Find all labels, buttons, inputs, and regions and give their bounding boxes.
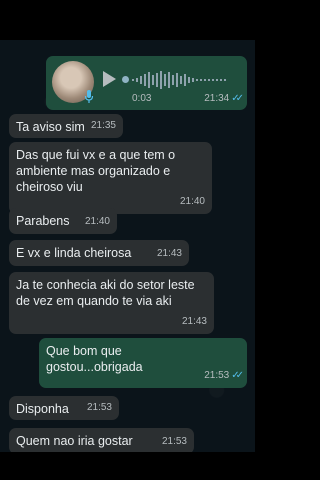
message-bubble[interactable]: Ta aviso sim 21:35 bbox=[9, 114, 123, 138]
read-ticks-icon: ✓✓ bbox=[231, 370, 244, 381]
message-time: 21:40 bbox=[84, 216, 110, 227]
message-bubble[interactable]: Ja te conhecia aki do setor leste de vez… bbox=[9, 272, 214, 334]
message-time: 21:40 bbox=[179, 196, 205, 207]
message-time: 21:35 bbox=[90, 120, 116, 131]
message-time: 21:53 bbox=[161, 436, 187, 447]
message-text: Ta aviso sim bbox=[16, 120, 85, 134]
message-bubble[interactable]: Parabens 21:40 bbox=[9, 208, 117, 234]
read-ticks-icon: ✓✓ bbox=[231, 93, 244, 104]
message-time: 21:53 bbox=[86, 402, 112, 413]
message-bubble[interactable]: E vx e linda cheirosa 21:43 bbox=[9, 240, 189, 266]
message-bubble[interactable]: Disponha 21:53 bbox=[9, 396, 119, 420]
audio-message[interactable]: 0:03 21:34 ✓✓ bbox=[46, 56, 247, 110]
time-text: 21:34 bbox=[204, 93, 230, 104]
waveform[interactable] bbox=[132, 70, 232, 90]
microphone-icon bbox=[84, 90, 94, 103]
message-text: Das que fui vx e a que tem o ambiente ma… bbox=[16, 148, 176, 194]
message-text: Ja te conhecia aki do setor leste de vez… bbox=[16, 278, 195, 308]
audio-progress-handle[interactable] bbox=[122, 76, 129, 83]
message-bubble[interactable]: Que bom que gostou...obrigada 21:53 ✓✓ bbox=[39, 338, 247, 388]
message-text: Quem nao iria gostar bbox=[16, 434, 133, 448]
message-text: Disponha bbox=[16, 402, 69, 416]
audio-duration: 0:03 bbox=[132, 93, 152, 104]
message-text: Que bom que gostou...obrigada bbox=[46, 344, 143, 374]
message-text: Parabens bbox=[16, 214, 70, 228]
message-text: E vx e linda cheirosa bbox=[16, 246, 132, 260]
message-time: 21:43 bbox=[156, 248, 182, 259]
message-bubble[interactable]: Das que fui vx e a que tem o ambiente ma… bbox=[9, 142, 212, 214]
message-time: 21:43 bbox=[181, 316, 207, 327]
time-text: 21:53 bbox=[204, 370, 230, 381]
message-time: 21:53 ✓✓ bbox=[204, 368, 244, 384]
message-bubble[interactable]: Quem nao iria gostar 21:53 bbox=[9, 428, 194, 452]
chat-area: 0:03 21:34 ✓✓ Ta aviso sim 21:35 Das que … bbox=[0, 40, 255, 452]
play-icon[interactable] bbox=[102, 71, 116, 87]
message-time: 21:34 ✓✓ bbox=[204, 91, 244, 107]
